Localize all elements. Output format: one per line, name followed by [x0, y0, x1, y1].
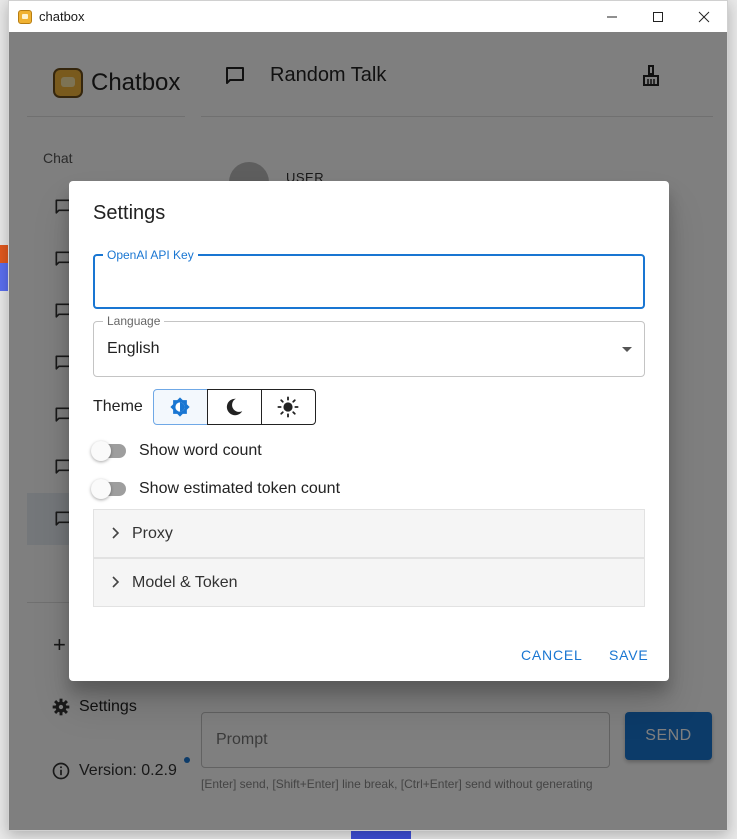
token-count-switch[interactable]	[91, 479, 127, 499]
sun-icon	[277, 396, 299, 418]
cancel-button[interactable]: CANCEL	[521, 647, 583, 663]
window-controls	[589, 1, 727, 32]
theme-light-button[interactable]	[260, 389, 316, 425]
token-count-label: Show estimated token count	[139, 480, 341, 497]
proxy-label: Proxy	[132, 524, 173, 542]
proxy-accordion[interactable]: Proxy	[93, 509, 645, 558]
title-bar: chatbox	[9, 1, 727, 32]
token-count-toggle-row[interactable]: Show estimated token count	[91, 479, 340, 499]
theme-label: Theme	[93, 398, 143, 415]
minimize-button[interactable]	[589, 1, 635, 32]
model-token-label: Model & Token	[132, 573, 238, 591]
background-window-edge	[0, 263, 8, 291]
language-label: Language	[103, 314, 165, 328]
theme-dark-button[interactable]	[206, 389, 262, 425]
brightness-auto-icon	[170, 397, 190, 417]
theme-toggle-group	[152, 389, 316, 425]
api-key-field[interactable]: OpenAI API Key	[93, 248, 645, 309]
dropdown-caret-icon	[622, 347, 632, 352]
dialog-title: Settings	[93, 202, 166, 224]
minimize-icon	[607, 16, 617, 17]
moon-icon	[227, 398, 243, 416]
chevron-right-icon	[110, 575, 126, 591]
background-window-edge	[0, 245, 8, 263]
maximize-icon	[653, 11, 663, 22]
theme-row: Theme	[93, 389, 316, 425]
app-icon	[18, 9, 32, 24]
maximize-button[interactable]	[635, 1, 681, 32]
chevron-right-icon	[110, 526, 126, 542]
word-count-toggle-row[interactable]: Show word count	[91, 441, 262, 461]
theme-system-button[interactable]	[152, 389, 208, 425]
word-count-switch[interactable]	[91, 441, 127, 461]
language-value: English	[107, 340, 160, 357]
language-select[interactable]: Language English	[93, 314, 645, 377]
model-token-accordion[interactable]: Model & Token	[93, 558, 645, 607]
window-title: chatbox	[39, 9, 85, 24]
save-button[interactable]: SAVE	[609, 647, 649, 663]
settings-dialog: Settings OpenAI API Key Language English…	[69, 181, 669, 681]
close-button[interactable]	[681, 1, 727, 32]
word-count-label: Show word count	[139, 442, 262, 459]
close-icon	[698, 11, 710, 22]
api-key-label: OpenAI API Key	[103, 248, 198, 262]
